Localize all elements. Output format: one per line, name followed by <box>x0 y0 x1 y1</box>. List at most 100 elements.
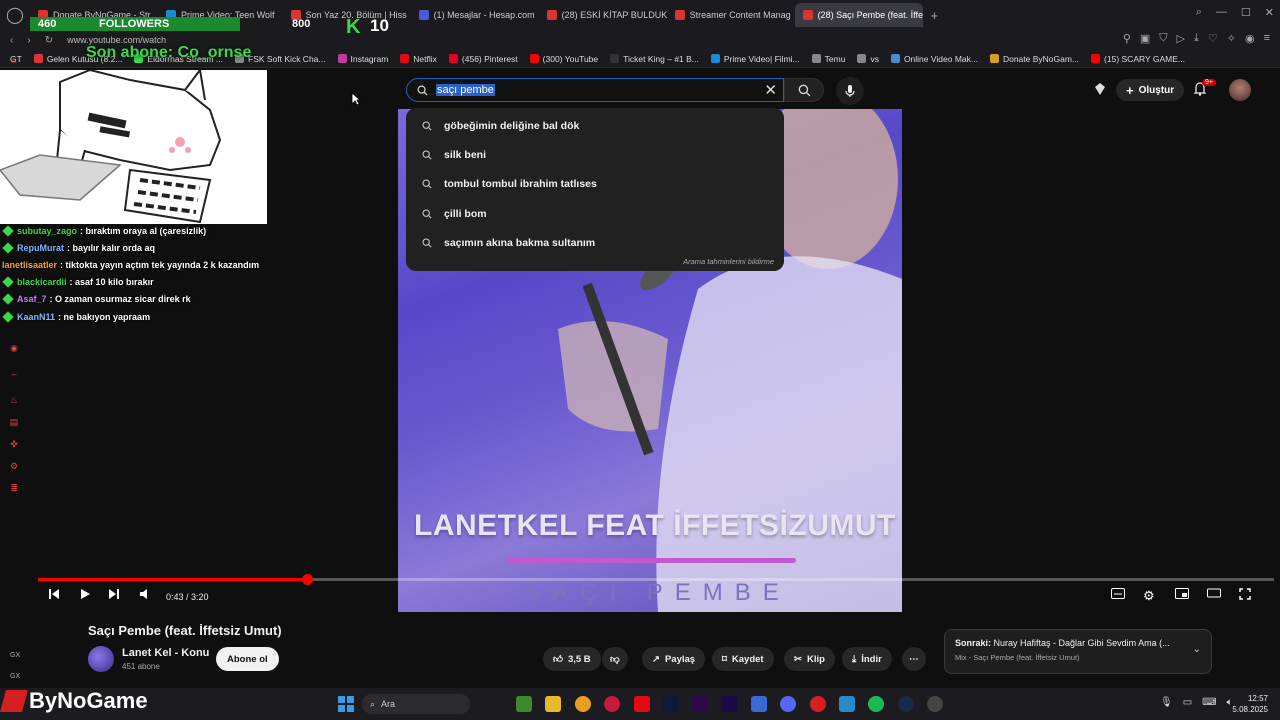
profile-icon[interactable]: ◉ <box>1245 32 1255 45</box>
premiere-icon[interactable] <box>692 696 708 712</box>
battery-icon[interactable]: ▭ <box>1183 697 1192 708</box>
bookmark[interactable]: Donate ByNoGam... <box>989 54 1079 64</box>
taskbar-clock[interactable]: 12:57 5.08.2025 <box>1232 693 1268 715</box>
steam-icon[interactable] <box>898 696 914 712</box>
settings-gear-icon[interactable]: ⚙ <box>1143 588 1155 604</box>
subscribe-button[interactable]: Abone ol <box>216 647 279 671</box>
clip-button[interactable]: ✂ Klip <box>784 647 835 671</box>
miniplayer-icon[interactable] <box>1175 588 1189 599</box>
bookmark[interactable]: Ticket King – #1 B... <box>610 54 699 64</box>
app-icon[interactable] <box>927 696 943 712</box>
video-progress-bar[interactable] <box>38 574 1274 585</box>
opera-logo-icon[interactable]: ◯ <box>0 0 30 30</box>
bookmark[interactable]: (456) Pinterest <box>448 54 518 64</box>
minecraft-icon[interactable] <box>516 696 532 712</box>
bookmark[interactable]: Netflix <box>400 54 437 64</box>
taskbar-search[interactable]: ⌕ Ara <box>362 694 470 714</box>
chrome-icon[interactable] <box>575 696 591 712</box>
more-actions-button[interactable]: ⋯ <box>902 647 926 671</box>
app-icon[interactable] <box>751 696 767 712</box>
browser-tab-active[interactable]: (28) Saçı Pembe (feat. İffe✕ <box>794 3 923 27</box>
clear-search-icon[interactable]: ✕ <box>764 81 777 99</box>
next-icon[interactable] <box>108 588 120 600</box>
minimize-icon[interactable]: — <box>1216 6 1227 19</box>
forward-icon[interactable]: › <box>27 35 30 46</box>
account-avatar[interactable] <box>1229 79 1251 101</box>
theater-mode-icon[interactable] <box>1207 588 1221 598</box>
suggestion-item[interactable]: silk beni <box>406 140 784 169</box>
windows-start-icon[interactable] <box>338 696 354 712</box>
up-next-card[interactable]: Sonraki: Nuray Hafiftaş - Dağlar Gibi Se… <box>944 629 1212 674</box>
bookmark[interactable]: Online Video Mak... <box>890 54 978 64</box>
play-icon[interactable] <box>79 588 91 600</box>
reload-icon[interactable]: ↻ <box>45 35 53 46</box>
search-button[interactable] <box>784 78 824 102</box>
search-icon <box>422 238 432 248</box>
play-icon[interactable]: ▷ <box>1177 32 1185 45</box>
subtitles-icon[interactable] <box>1111 588 1125 599</box>
list-icon[interactable]: ≣ <box>8 482 20 494</box>
search-icon <box>422 179 432 189</box>
suggestion-item[interactable]: çilli bom <box>406 199 784 228</box>
bookmark[interactable]: Instagram <box>337 54 388 64</box>
player-icon[interactable]: ◉ <box>8 342 20 354</box>
browser-tab[interactable]: (28) ESKİ KİTAP BULDUK <box>539 3 667 27</box>
create-button[interactable]: + Oluştur <box>1116 79 1185 101</box>
mic-icon[interactable]: 🎙︎ <box>1160 697 1173 708</box>
shield-icon[interactable]: ⛉ <box>1159 32 1167 45</box>
suggestion-item[interactable]: saçımın akına bakma sultanım <box>406 228 784 257</box>
search-tabs-icon[interactable]: ⌕ <box>1196 6 1202 19</box>
wallet-icon[interactable]: ▤ <box>8 416 20 428</box>
bookmark[interactable]: Prime Video| Filmi... <box>710 54 800 64</box>
new-tab-icon[interactable]: + <box>923 8 947 23</box>
browser-tab[interactable]: Streamer Content Manag <box>667 3 795 27</box>
obs-icon[interactable] <box>810 696 826 712</box>
suggestion-item[interactable]: göbeğimin deliğine bal dök <box>406 111 784 140</box>
volume-icon[interactable] <box>139 588 151 600</box>
gamepad-icon[interactable]: ✜ <box>8 438 20 450</box>
bookmark[interactable]: (300) YouTube <box>529 54 598 64</box>
heart-icon[interactable]: ♡ <box>1208 32 1218 45</box>
history-icon[interactable]: ♨ <box>8 394 20 406</box>
netflix-icon[interactable] <box>634 696 650 712</box>
like-button[interactable]: 👍︎ 3,5 B <box>543 647 601 671</box>
photoshop-icon[interactable] <box>663 696 679 712</box>
download-button[interactable]: ⤓ İndir <box>842 647 892 671</box>
discord-icon[interactable] <box>780 696 796 712</box>
close-window-icon[interactable]: ✕ <box>1265 6 1274 19</box>
premium-gem-icon[interactable] <box>1093 82 1107 101</box>
bookmark[interactable]: Temu <box>811 54 845 64</box>
save-button[interactable]: ⌑ Kaydet <box>712 647 774 671</box>
report-predictions-link[interactable]: Arama tahminlerini bildirme <box>683 257 774 266</box>
spotify-icon[interactable] <box>868 696 884 712</box>
file-explorer-icon[interactable] <box>545 696 561 712</box>
dislike-button[interactable]: 👎︎ <box>602 647 628 671</box>
search-input[interactable]: saçı pembe ✕ <box>406 78 784 102</box>
after-effects-icon[interactable] <box>722 696 738 712</box>
opera-gx-icon[interactable] <box>604 696 620 712</box>
suggestion-item[interactable]: tombul tombul ibrahim tatlıses <box>406 170 784 199</box>
pin-icon[interactable]: ⚲ <box>1123 32 1131 45</box>
channel-name[interactable]: Lanet Kel - Konu <box>122 647 209 659</box>
home-icon[interactable]: ⌂ <box>8 54 20 66</box>
channel-avatar[interactable] <box>88 646 114 672</box>
chevron-down-icon[interactable]: ⌄ <box>1193 644 1201 655</box>
previous-icon[interactable] <box>48 588 60 600</box>
menu-icon[interactable]: ≡ <box>1264 32 1270 45</box>
share-button[interactable]: ↗ Paylaş <box>642 647 706 671</box>
tools-icon[interactable]: ⚙ <box>8 460 20 472</box>
back-icon[interactable]: ‹ <box>10 35 13 46</box>
video-overlay-bar <box>506 558 796 563</box>
network-icon[interactable]: ⌨ <box>1202 697 1216 708</box>
search-query: saçı pembe <box>436 84 495 96</box>
maximize-icon[interactable]: ☐ <box>1241 6 1251 19</box>
settings-icon[interactable] <box>839 696 855 712</box>
camera-icon[interactable]: ▣ <box>1140 32 1150 45</box>
download-icon[interactable]: ⤓ <box>1194 32 1199 45</box>
bookmark[interactable]: (15) SCARY GAME... <box>1091 54 1185 64</box>
bookmark[interactable]: vs <box>857 54 879 64</box>
fullscreen-icon[interactable] <box>1239 588 1251 600</box>
extensions-icon[interactable]: ✧ <box>1227 32 1236 45</box>
browser-tab[interactable]: (1) Mesajlar - Hesap.com <box>411 3 539 27</box>
voice-search-button[interactable] <box>836 77 864 105</box>
